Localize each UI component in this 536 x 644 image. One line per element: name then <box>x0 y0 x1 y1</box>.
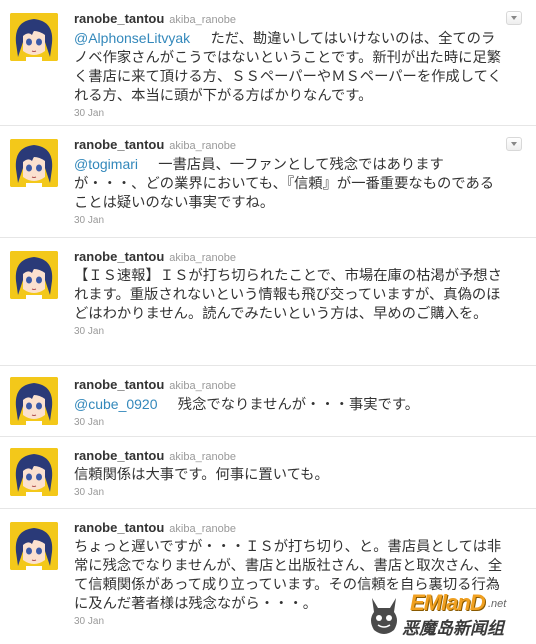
avatar[interactable] <box>10 251 58 299</box>
handle[interactable]: akiba_ranobe <box>169 140 236 152</box>
tweet-header: ranobe_tantou akiba_ranobe <box>74 10 506 26</box>
avatar[interactable] <box>10 377 58 425</box>
tweet-content: ranobe_tantou akiba_ranobe @AlphonseLitvy… <box>74 10 506 120</box>
mention-link[interactable]: @cube_0920 <box>74 396 158 412</box>
username[interactable]: ranobe_tantou <box>74 249 164 264</box>
handle[interactable]: akiba_ranobe <box>169 451 236 463</box>
chevron-down-icon[interactable] <box>506 137 522 151</box>
tweet-header: ranobe_tantou akiba_ranobe <box>74 519 506 535</box>
tweet-content: ranobe_tantou akiba_ranobe @cube_0920 残念で… <box>74 376 506 429</box>
devil-mascot-icon <box>371 598 397 634</box>
tweet-body: 残念でなりませんが・・・事実です。 <box>163 397 419 413</box>
tweet-content: ranobe_tantou akiba_ranobe 【ＩＳ速報】ＩＳが打ち切られ… <box>74 248 506 338</box>
watermark-logo: EMlanD <box>410 590 486 615</box>
watermark-domain: .net <box>488 598 507 610</box>
tweet-text: @AlphonseLitvyak ただ、勘違いしてはいけないのは、全てのラノベ作… <box>74 29 506 106</box>
tweet-body: 【ＩＳ速報】ＩＳが打ち切られたことで、市場在庫の枯渇が予想されます。重版されない… <box>74 268 502 322</box>
tweet-content: ranobe_tantou akiba_ranobe 信頼関係は大事です。何事に置… <box>74 447 506 499</box>
tweet-text: 信頼関係は大事です。何事に置いても。 <box>74 466 506 485</box>
tweet-text: 【ＩＳ速報】ＩＳが打ち切られたことで、市場在庫の枯渇が予想されます。重版されない… <box>74 267 506 324</box>
mention-link[interactable]: @AlphonseLitvyak <box>74 30 190 46</box>
timestamp[interactable]: 30 Jan <box>74 108 506 120</box>
tweet[interactable]: ranobe_tantou akiba_ranobe 信頼関係は大事です。何事に置… <box>0 437 536 509</box>
tweet[interactable]: ranobe_tantou akiba_ranobe @AlphonseLitvy… <box>0 0 536 126</box>
handle[interactable]: akiba_ranobe <box>169 252 236 264</box>
tweet-header: ranobe_tantou akiba_ranobe <box>74 136 506 152</box>
mention-link[interactable]: @togimari <box>74 156 138 172</box>
username[interactable]: ranobe_tantou <box>74 137 164 152</box>
tweet-header: ranobe_tantou akiba_ranobe <box>74 376 506 392</box>
tweet[interactable]: ranobe_tantou akiba_ranobe @cube_0920 残念で… <box>0 366 536 437</box>
avatar[interactable] <box>10 448 58 496</box>
username[interactable]: ranobe_tantou <box>74 11 164 26</box>
tweet-text: @cube_0920 残念でなりませんが・・・事実です。 <box>74 395 506 415</box>
timestamp[interactable]: 30 Jan <box>74 326 506 338</box>
tweet-header: ranobe_tantou akiba_ranobe <box>74 248 506 264</box>
handle[interactable]: akiba_ranobe <box>169 14 236 26</box>
tweet-content: ranobe_tantou akiba_ranobe @togimari 一書店員… <box>74 136 506 227</box>
tweet-body: 信頼関係は大事です。何事に置いても。 <box>74 467 329 483</box>
handle[interactable]: akiba_ranobe <box>169 380 236 392</box>
tweet[interactable]: ranobe_tantou akiba_ranobe 【ＩＳ速報】ＩＳが打ち切られ… <box>0 238 536 366</box>
tweet-text: @togimari 一書店員、一ファンとして残念ではありますが・・・、どの業界に… <box>74 155 506 213</box>
timestamp[interactable]: 30 Jan <box>74 487 506 499</box>
chevron-down-icon[interactable] <box>506 11 522 25</box>
tweet[interactable]: ranobe_tantou akiba_ranobe @togimari 一書店員… <box>0 126 536 238</box>
watermark: EMlanD .net 恶魔岛新闻组 <box>362 590 532 640</box>
username[interactable]: ranobe_tantou <box>74 520 164 535</box>
tweet-header: ranobe_tantou akiba_ranobe <box>74 447 506 463</box>
avatar[interactable] <box>10 522 58 570</box>
timestamp[interactable]: 30 Jan <box>74 215 506 227</box>
watermark-subtitle: 恶魔岛新闻组 <box>402 619 504 639</box>
tweet-feed: ranobe_tantou akiba_ranobe @AlphonseLitvy… <box>0 0 536 644</box>
timestamp[interactable]: 30 Jan <box>74 417 506 429</box>
username[interactable]: ranobe_tantou <box>74 448 164 463</box>
handle[interactable]: akiba_ranobe <box>169 523 236 535</box>
avatar[interactable] <box>10 139 58 187</box>
username[interactable]: ranobe_tantou <box>74 377 164 392</box>
avatar[interactable] <box>10 13 58 61</box>
